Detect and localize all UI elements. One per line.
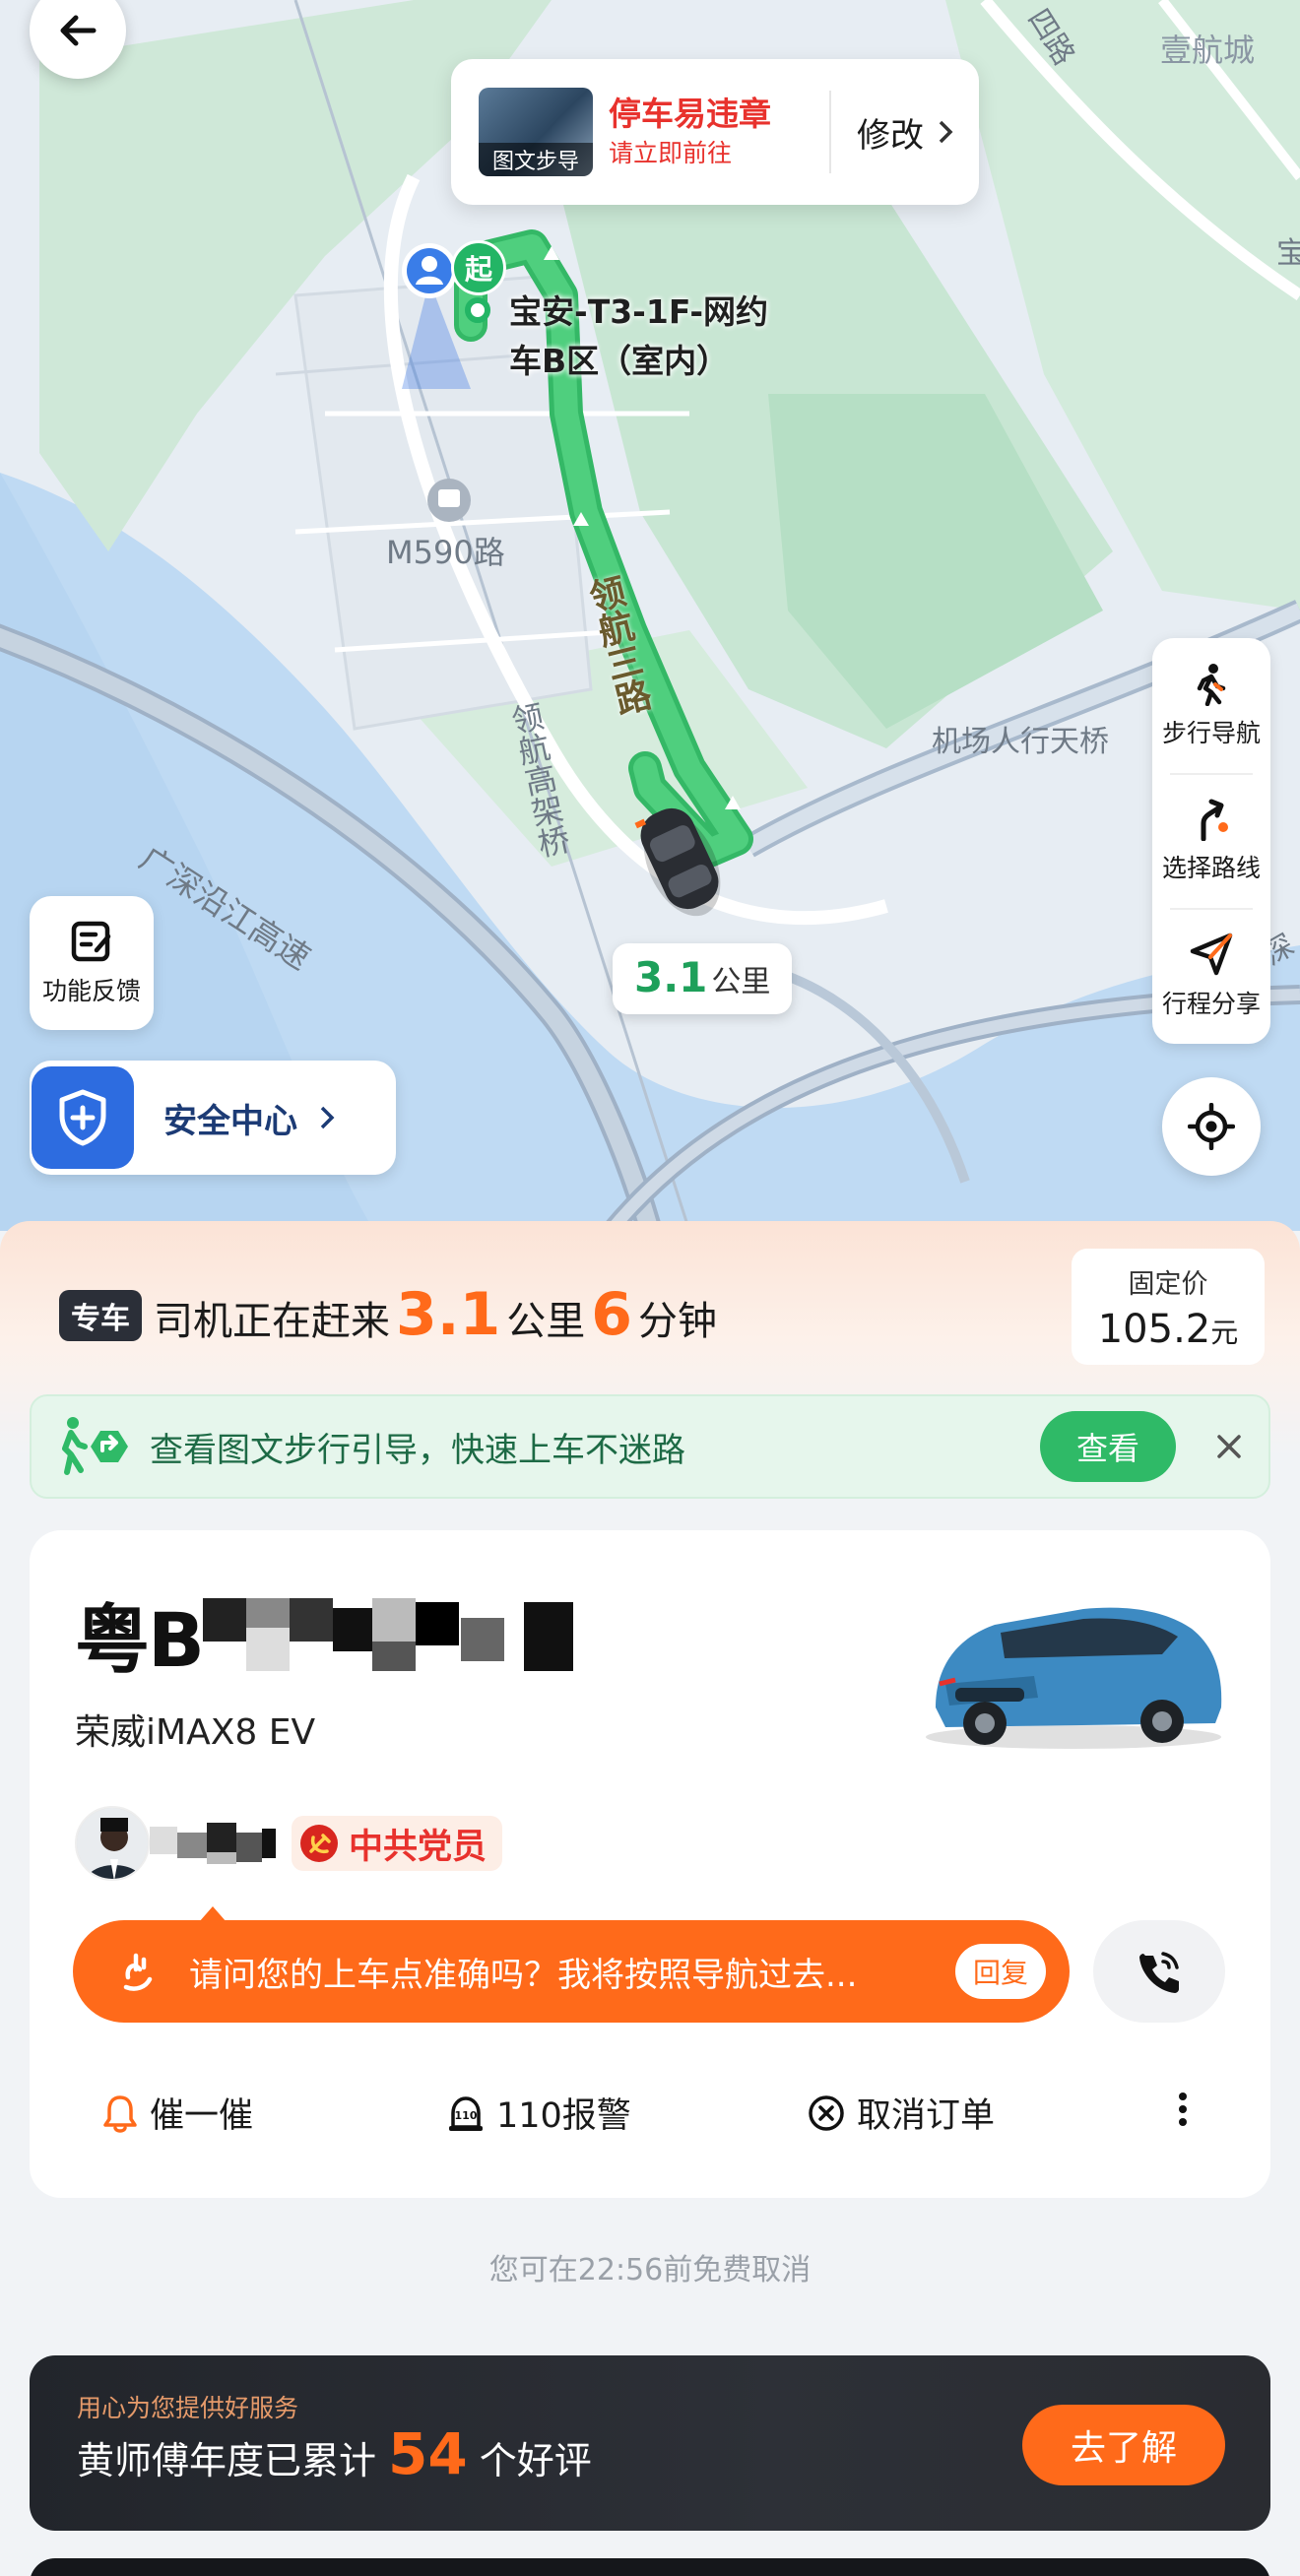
urge-label: 催一催 — [150, 2096, 254, 2136]
eta-minutes-unit: 分钟 — [638, 1299, 718, 1344]
share-trip-button[interactable]: 行程分享 — [1152, 908, 1270, 1043]
modify-label: 修改 — [857, 115, 924, 156]
crosshair-icon — [1188, 1103, 1235, 1150]
violation-subtitle: 请立即前往 — [609, 139, 733, 167]
party-member-badge: 中共党员 — [292, 1816, 503, 1871]
pickup-line-2: 车B区（室内） — [509, 342, 730, 380]
pickup-location-label[interactable]: 宝安-T3-1F-网约 车B区（室内） — [509, 288, 768, 386]
thumbnail-caption: 图文步导 — [479, 143, 593, 176]
driver-info-card: 粤B 荣威iMAX8 EV 中共党员 请问您的上车点准确吗？我将按照导航过去..… — [30, 1530, 1270, 2198]
cancel-label: 取消订单 — [857, 2096, 996, 2136]
close-icon[interactable] — [1215, 1433, 1243, 1460]
driver-eta-row: 专车 司机正在赶来 3.1 公里 6 分钟 — [59, 1280, 717, 1349]
area-label: 壹航城 — [1160, 32, 1256, 69]
driver-avatar[interactable] — [75, 1806, 150, 1881]
pickup-line-1: 宝安-T3-1F-网约 — [509, 292, 769, 331]
status-text: 司机正在赶来 — [154, 1299, 390, 1344]
driver-praise-card[interactable]: 用心为您提供好服务 黄师傅年度已累计 54 个好评 去了解 — [30, 2355, 1270, 2531]
next-card-edge — [30, 2558, 1270, 2576]
walk-to-car-icon — [62, 1417, 128, 1475]
distance-unit: 公里 — [711, 965, 771, 999]
driver-message-text: 请问您的上车点准确吗？我将按照导航过去... — [189, 1955, 858, 1995]
more-options-button[interactable] — [1178, 2092, 1188, 2127]
divider — [829, 91, 831, 173]
walking-guide-text: 查看图文步行引导，快速上车不迷路 — [150, 1430, 685, 1470]
bridge-label: 机场人行天桥 — [932, 725, 1109, 759]
svg-text:110: 110 — [455, 2109, 478, 2122]
map-view[interactable]: 四路 壹航城 宝 M590路 领航三路 领航高架桥 机场人行天桥 广深沿江高速 … — [0, 0, 1300, 1231]
send-arrow-icon — [1190, 933, 1233, 975]
reply-button[interactable]: 回复 — [954, 1944, 1046, 1999]
walk-navigation-label: 步行导航 — [1161, 718, 1261, 747]
police-alarm-icon: 110 — [449, 2095, 483, 2131]
safety-center-label: 安全中心 — [163, 1101, 297, 1141]
eta-distance: 3.1 — [396, 1280, 501, 1349]
edit-note-icon — [71, 921, 111, 962]
party-emblem-icon — [300, 1825, 338, 1862]
praise-suffix: 个好评 — [479, 2439, 592, 2482]
price-value-row: 105.2元 — [1098, 1307, 1239, 1352]
chevron-right-icon — [320, 1106, 335, 1129]
learn-more-button[interactable]: 去了解 — [1022, 2405, 1225, 2485]
view-guide-button[interactable]: 查看 — [1040, 1411, 1176, 1482]
safety-center-button[interactable]: 安全中心 — [30, 1061, 396, 1175]
select-route-label: 选择路线 — [1161, 853, 1261, 882]
voice-message-icon — [123, 1953, 153, 1991]
walking-guide-thumbnail[interactable]: 图文步导 — [479, 88, 593, 176]
edge-label: 宝 — [1276, 236, 1300, 271]
urge-driver-button[interactable]: 催一催 — [102, 2088, 253, 2138]
shield-icon — [32, 1066, 134, 1169]
parking-violation-card[interactable]: 图文步导 停车易违章 请立即前往 修改 — [451, 59, 979, 205]
distance-value: 3.1 — [634, 953, 708, 1001]
walking-guide-banner[interactable]: 查看图文步行引导，快速上车不迷路 查看 — [30, 1394, 1270, 1499]
praise-prefix: 黄师傅年度已累计 — [77, 2439, 377, 2482]
feedback-button[interactable]: 功能反馈 — [30, 896, 154, 1030]
more-vertical-icon — [1179, 2093, 1187, 2126]
locate-me-button[interactable] — [1162, 1077, 1261, 1176]
feedback-label: 功能反馈 — [41, 977, 141, 1005]
plate-prefix: 粤B — [75, 1596, 205, 1684]
free-cancel-note: 您可在22:56前免费取消 — [488, 2253, 812, 2287]
cancel-circle-icon — [809, 2094, 844, 2131]
violation-title: 停车易违章 — [609, 95, 771, 133]
walking-person-icon — [1197, 663, 1226, 706]
fixed-price-box[interactable]: 固定价 105.2元 — [1072, 1249, 1265, 1365]
cancel-order-button[interactable]: 取消订单 — [808, 2088, 995, 2138]
driver-message-bubble[interactable]: 请问您的上车点准确吗？我将按照导航过去... 回复 — [73, 1906, 1070, 2023]
car-model: 荣威iMAX8 EV — [75, 1712, 316, 1753]
trip-actions: 催一催 110 110报警 取消订单 — [30, 2088, 1270, 2147]
praise-main: 黄师傅年度已累计 54 个好评 — [77, 2420, 592, 2487]
praise-subtitle: 用心为您提供好服务 — [77, 2394, 299, 2422]
arrow-left-icon — [60, 15, 97, 46]
distance-bubble: 3.1 公里 — [613, 943, 793, 1014]
eta-distance-unit: 公里 — [506, 1299, 586, 1344]
plate-redaction-mosaic — [202, 1598, 573, 1671]
start-point-badge: 起 — [451, 240, 506, 295]
car-photo — [926, 1607, 1222, 1749]
price-label: 固定价 — [1128, 1268, 1208, 1300]
select-route-button[interactable]: 选择路线 — [1152, 773, 1270, 908]
car-type-tag: 专车 — [59, 1290, 142, 1341]
walk-navigation-button[interactable]: 步行导航 — [1152, 638, 1270, 773]
bus-stop-label: M590路 — [386, 534, 505, 571]
praise-count: 54 — [388, 2420, 468, 2487]
call-driver-button[interactable] — [1093, 1920, 1225, 2023]
driver-profile-row[interactable]: 中共党员 — [75, 1806, 503, 1881]
phone-icon — [1139, 1952, 1179, 1993]
modify-pickup-button[interactable]: 修改 — [857, 108, 953, 157]
chevron-right-icon — [939, 120, 953, 144]
bell-icon — [103, 2094, 137, 2133]
map-tools-panel: 步行导航 选择路线 行程分享 — [1152, 638, 1270, 1044]
party-member-label: 中共党员 — [349, 1827, 488, 1867]
eta-minutes: 6 — [591, 1280, 633, 1349]
share-trip-label: 行程分享 — [1161, 989, 1261, 1018]
price-unit: 元 — [1210, 1316, 1239, 1349]
police-label: 110报警 — [496, 2096, 631, 2136]
driver-name-redaction — [150, 1823, 276, 1864]
license-plate: 粤B — [75, 1589, 656, 1684]
police-110-button[interactable]: 110 110报警 — [447, 2088, 631, 2138]
route-split-icon — [1201, 799, 1228, 841]
price-value: 105.2 — [1097, 1306, 1211, 1352]
